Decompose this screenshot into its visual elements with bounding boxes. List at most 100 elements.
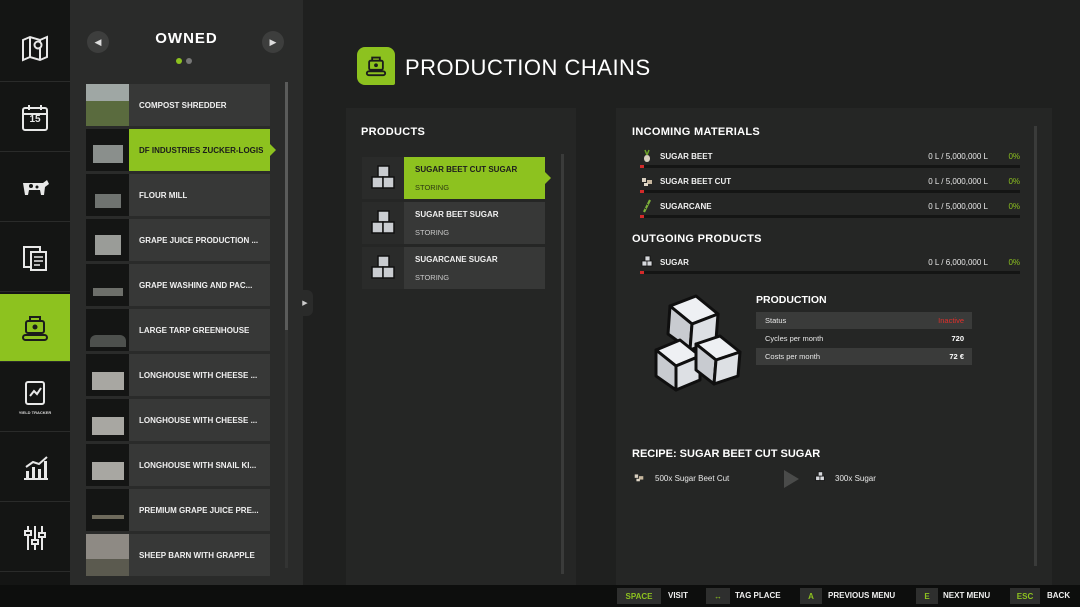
owned-item-label: LARGE TARP GREENHOUSE xyxy=(139,325,250,335)
cycles-value: 720 xyxy=(951,334,964,343)
rail-item-yield-tracker[interactable]: YIELD TRACKER xyxy=(0,364,70,432)
material-name: SUGAR xyxy=(660,258,689,267)
production-title: PRODUCTION xyxy=(756,294,827,306)
product-item-selected[interactable]: SUGAR BEET CUT SUGAR STORING xyxy=(362,157,551,199)
rail-item-calendar[interactable]: 15 xyxy=(0,84,70,152)
product-name: SUGAR BEET CUT SUGAR xyxy=(415,164,518,174)
rail-item-production[interactable] xyxy=(0,294,70,362)
owned-item[interactable]: GRAPE WASHING AND PAC... xyxy=(86,264,270,306)
outgoing-title: OUTGOING PRODUCTS xyxy=(632,233,762,245)
material-row-sugarcane: SUGARCANE 0 L / 5,000,000 L 0% xyxy=(640,199,1020,220)
material-fill-bar xyxy=(640,271,1020,274)
owned-item-label: DF INDUSTRIES ZUCKER-LOGIS xyxy=(139,145,264,155)
material-fill-bar xyxy=(640,215,1020,218)
owned-item-selected[interactable]: DF INDUSTRIES ZUCKER-LOGIS xyxy=(86,129,276,171)
product-mode: STORING xyxy=(415,227,450,237)
product-name: SUGAR BEET SUGAR xyxy=(415,209,499,219)
details-scrollbar[interactable] xyxy=(1034,126,1037,566)
building-thumbnail xyxy=(86,129,129,171)
page-title: PRODUCTION CHAINS xyxy=(405,55,651,80)
statistics-icon xyxy=(18,451,52,485)
tag-place-key[interactable]: ↔ xyxy=(706,588,730,604)
next-menu-label[interactable]: NEXT MENU xyxy=(943,591,990,600)
owned-item[interactable]: PREMIUM GRAPE JUICE PRE... xyxy=(86,489,270,531)
rail-item-map[interactable] xyxy=(0,14,70,82)
yield-tracker-icon xyxy=(18,376,52,410)
next-page-button[interactable]: ▶ xyxy=(262,31,284,53)
production-cycles-row: Cycles per month 720 xyxy=(756,330,972,347)
building-thumbnail xyxy=(86,309,129,351)
material-percent: 0% xyxy=(1008,258,1020,267)
back-label[interactable]: BACK xyxy=(1047,591,1070,600)
costs-value: 72 € xyxy=(949,352,964,361)
rail-item-settings[interactable] xyxy=(0,504,70,572)
chevron-right-icon: ▶ xyxy=(269,36,277,47)
material-row-sugar-beet: SUGAR BEET 0 L / 5,000,000 L 0% xyxy=(640,149,1020,170)
owned-item[interactable]: LONGHOUSE WITH CHEESE ... xyxy=(86,354,270,396)
products-panel: PRODUCTS SUGAR BEET CUT SUGAR STORING SU… xyxy=(346,108,576,585)
material-name: SUGARCANE xyxy=(660,202,712,211)
collapse-list-button[interactable]: ▶ xyxy=(297,290,313,316)
material-percent: 0% xyxy=(1008,202,1020,211)
material-fill-bar xyxy=(640,190,1020,193)
sugar-icon xyxy=(815,471,825,481)
next-menu-key[interactable]: E xyxy=(916,588,938,604)
owned-item[interactable]: LONGHOUSE WITH SNAIL KI... xyxy=(86,444,270,486)
owned-panel: ◀ OWNED ▶ COMPOST SHREDDER DF INDUSTRIES… xyxy=(70,0,303,585)
owned-item-label: PREMIUM GRAPE JUICE PRE... xyxy=(139,505,259,515)
product-item[interactable]: SUGAR BEET SUGAR STORING xyxy=(362,202,545,244)
owned-item-label: SHEEP BARN WITH GRAPPLE xyxy=(139,550,255,560)
product-row-sugar: SUGAR 0 L / 6,000,000 L 0% xyxy=(640,255,1020,276)
owned-item[interactable]: GRAPE JUICE PRODUCTION ... xyxy=(86,219,270,261)
owned-item[interactable]: FLOUR MILL xyxy=(86,174,270,216)
visit-key[interactable]: SPACE xyxy=(617,588,661,604)
rail-item-contracts[interactable] xyxy=(0,224,70,292)
owned-item-label: FLOUR MILL xyxy=(139,190,188,200)
owned-item-label: GRAPE WASHING AND PAC... xyxy=(139,280,253,290)
material-quantity: 0 L / 5,000,000 L xyxy=(928,152,988,161)
menu-rail: 15 YIELD TRACKER xyxy=(0,0,70,585)
products-title: PRODUCTS xyxy=(361,126,426,138)
material-percent: 0% xyxy=(1008,152,1020,161)
previous-menu-label[interactable]: PREVIOUS MENU xyxy=(828,591,895,600)
production-chains-icon xyxy=(357,47,395,85)
sugarcane-icon xyxy=(643,199,651,213)
status-value: Inactive xyxy=(938,316,964,325)
rail-item-animals[interactable] xyxy=(0,154,70,222)
animals-icon xyxy=(18,171,52,205)
owned-list: COMPOST SHREDDER DF INDUSTRIES ZUCKER-LO… xyxy=(86,84,276,579)
owned-item[interactable]: COMPOST SHREDDER xyxy=(86,84,270,126)
previous-menu-key[interactable]: A xyxy=(800,588,822,604)
sugar-cubes-icon xyxy=(362,202,404,244)
costs-label: Costs per month xyxy=(765,352,821,361)
page-dot-2[interactable] xyxy=(186,58,192,64)
material-quantity: 0 L / 5,000,000 L xyxy=(928,177,988,186)
product-mode: STORING xyxy=(415,272,450,282)
back-key[interactable]: ESC xyxy=(1010,588,1040,604)
owned-item[interactable]: LARGE TARP GREENHOUSE xyxy=(86,309,270,351)
tag-place-label[interactable]: TAG PLACE xyxy=(735,591,781,600)
material-name: SUGAR BEET CUT xyxy=(660,177,732,186)
product-item[interactable]: SUGARCANE SUGAR STORING xyxy=(362,247,545,289)
sugar-beet-cut-icon xyxy=(642,178,652,186)
page-dot-1[interactable] xyxy=(176,58,182,64)
production-icon xyxy=(18,311,52,345)
recipe-output: 300x Sugar xyxy=(835,474,876,483)
owned-item-label: LONGHOUSE WITH CHEESE ... xyxy=(139,415,258,425)
building-thumbnail xyxy=(86,264,129,306)
owned-scrollbar[interactable] xyxy=(285,82,288,330)
production-chains-screen: 15 YIELD TRACKER ◀ OWNED ▶ COMPOST SHRED… xyxy=(0,0,1080,607)
map-icon xyxy=(18,31,52,65)
sugar-cubes-icon xyxy=(362,157,404,199)
details-panel: INCOMING MATERIALS SUGAR BEET 0 L / 5,00… xyxy=(616,108,1052,585)
visit-label[interactable]: VISIT xyxy=(668,591,688,600)
products-scrollbar[interactable] xyxy=(561,154,564,574)
owned-item[interactable]: SHEEP BARN WITH GRAPPLE xyxy=(86,534,270,576)
sugar-icon xyxy=(641,255,653,267)
owned-item[interactable]: LONGHOUSE WITH CHEESE ... xyxy=(86,399,270,441)
material-row-sugar-beet-cut: SUGAR BEET CUT 0 L / 5,000,000 L 0% xyxy=(640,175,1020,195)
owned-item-label: LONGHOUSE WITH SNAIL KI... xyxy=(139,460,257,470)
rail-item-statistics[interactable] xyxy=(0,434,70,502)
cycles-label: Cycles per month xyxy=(765,334,824,343)
production-status-row: Status Inactive xyxy=(756,312,972,329)
